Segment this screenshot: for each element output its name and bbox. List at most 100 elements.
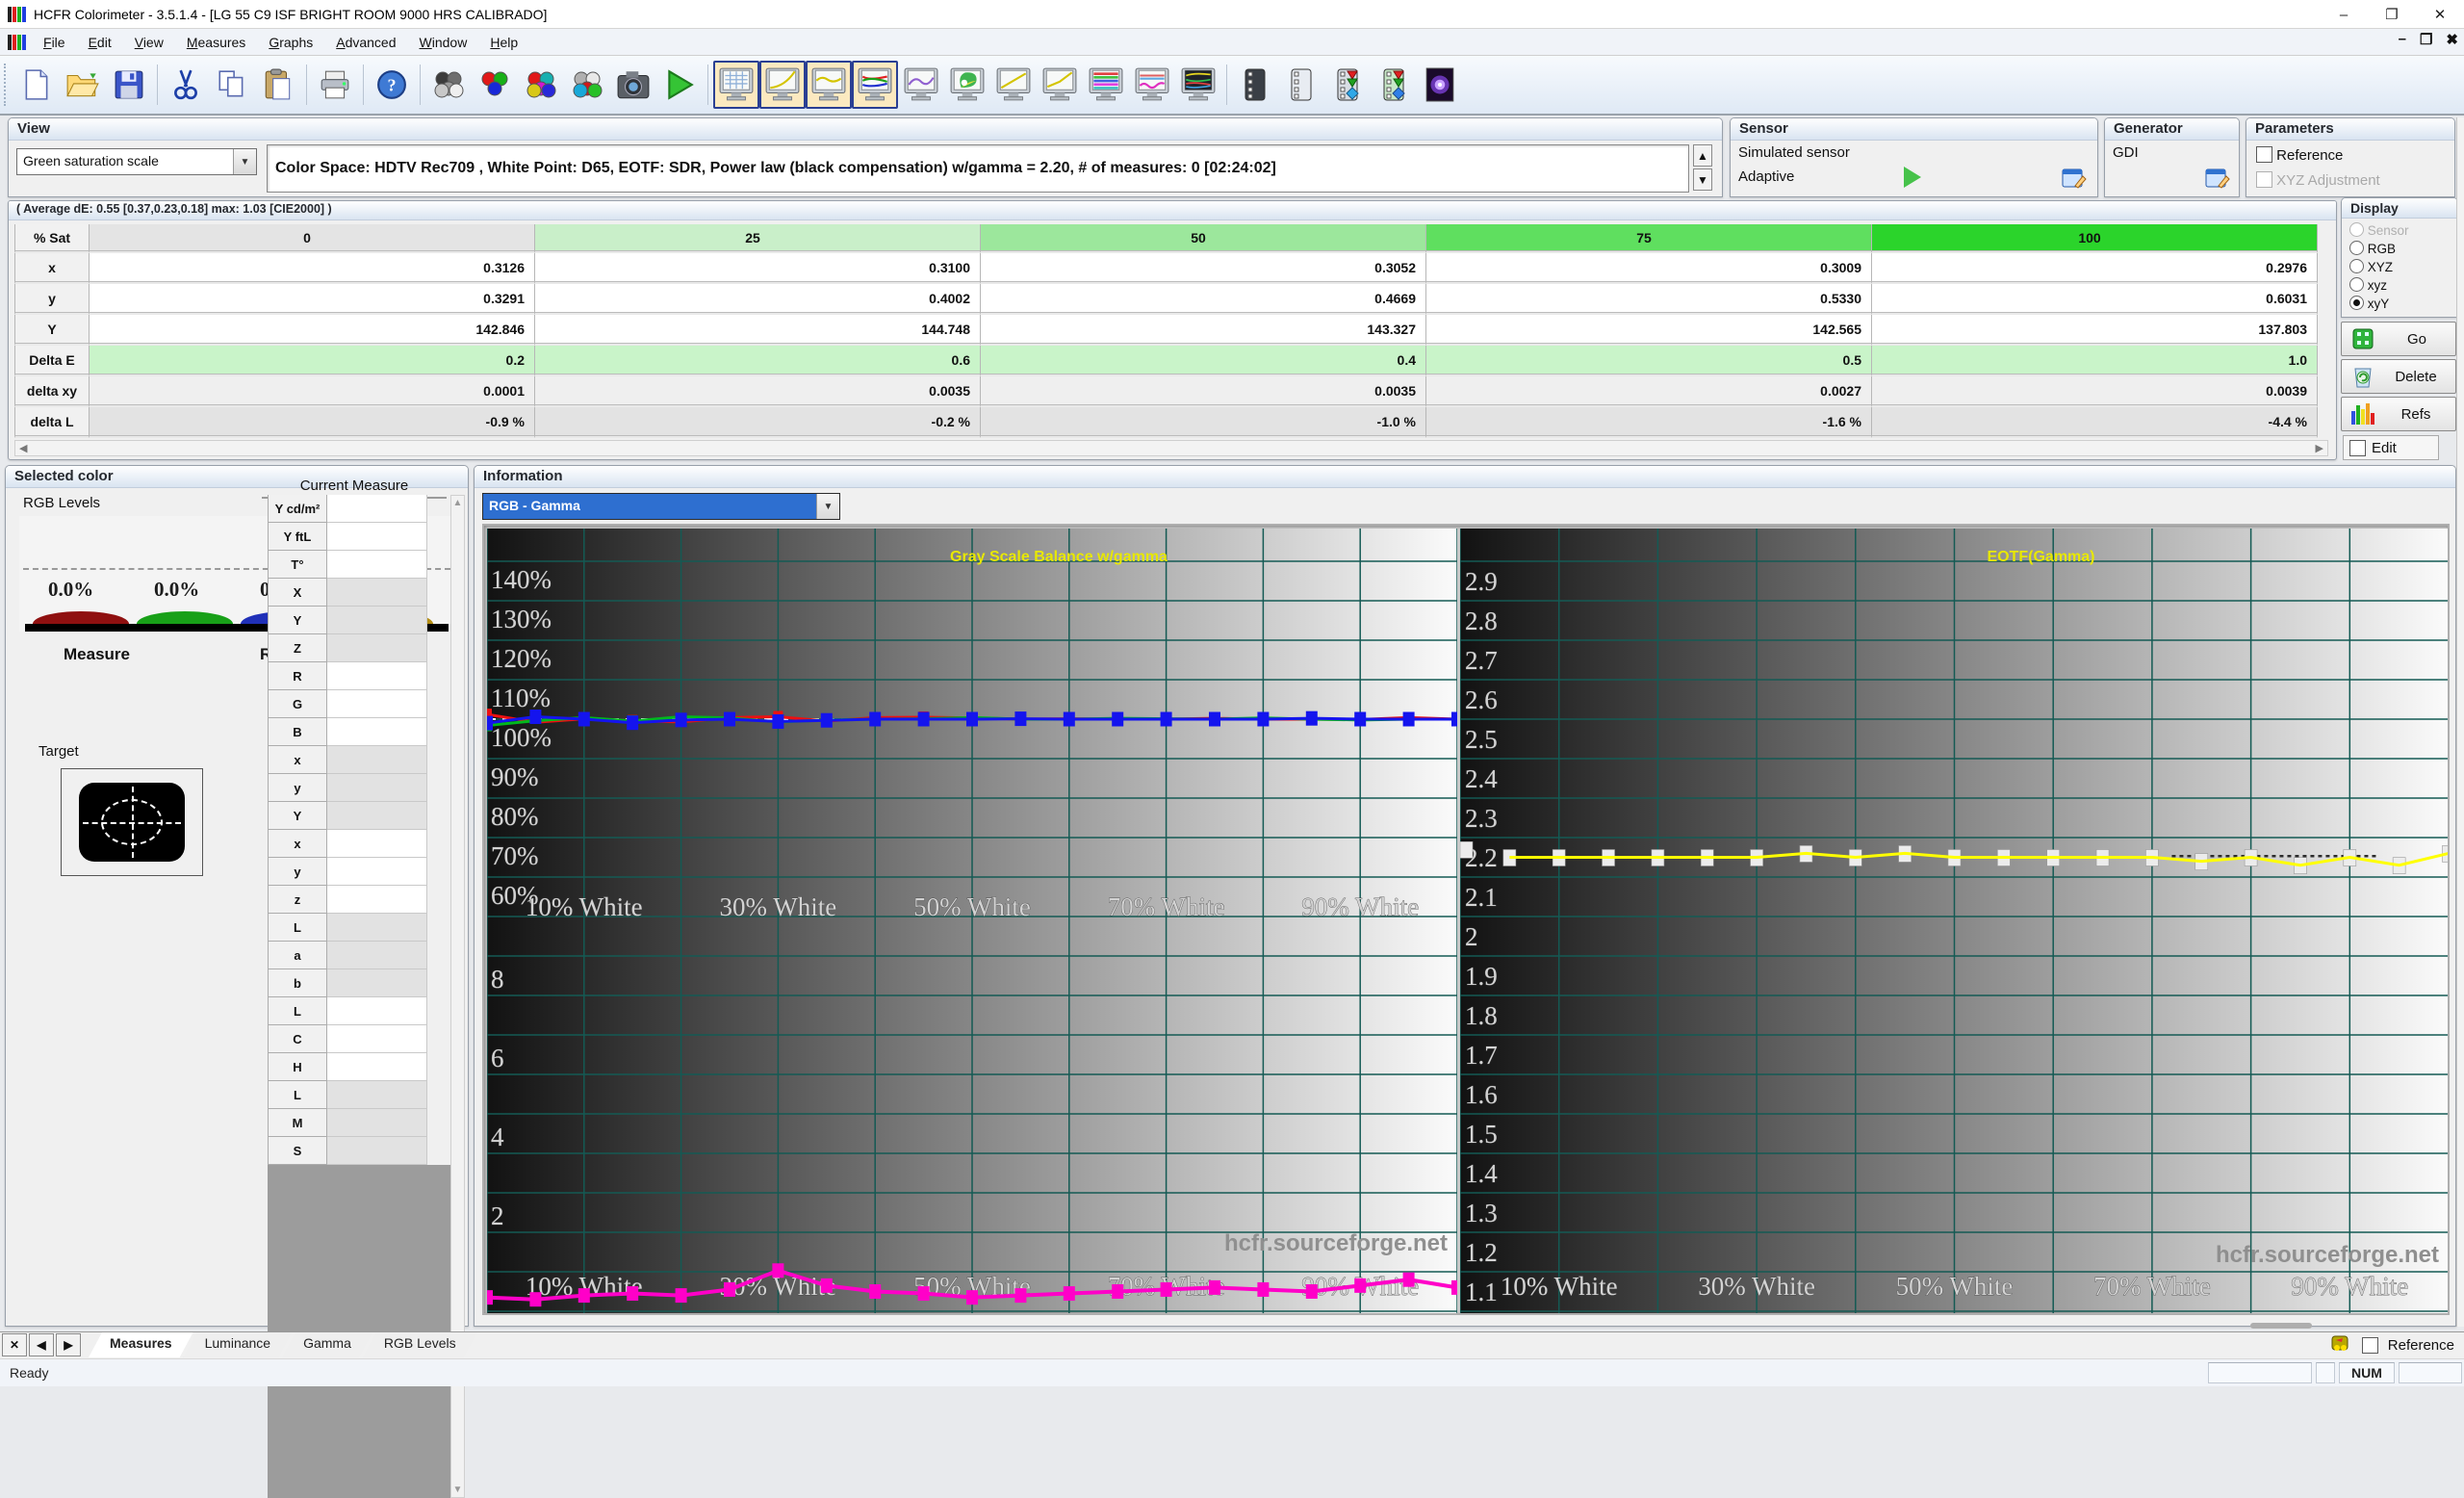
menu-window[interactable]: Window bbox=[408, 31, 479, 54]
radio-icon[interactable] bbox=[2349, 296, 2364, 310]
run-measure-icon[interactable] bbox=[656, 61, 703, 109]
mdi-restore-icon[interactable]: ❐ bbox=[2420, 31, 2432, 48]
radio-icon[interactable] bbox=[2349, 277, 2364, 292]
view-mode-select[interactable]: Green saturation scale ▼ bbox=[16, 148, 257, 175]
close-icon[interactable]: ✕ bbox=[2416, 0, 2464, 29]
statusbar-reference-checkbox[interactable] bbox=[2361, 1337, 2378, 1354]
column-header-0[interactable]: 0 bbox=[90, 224, 535, 253]
table-cell[interactable]: 144.748 bbox=[535, 315, 981, 346]
delete-button[interactable]: Delete bbox=[2341, 359, 2456, 394]
cm-row-value[interactable] bbox=[327, 1109, 427, 1137]
table-cell[interactable]: 0.3126 bbox=[90, 253, 535, 284]
cm-row-value[interactable] bbox=[327, 607, 427, 634]
view-luminance-icon[interactable] bbox=[759, 61, 806, 109]
table-cell[interactable]: -0.2 % bbox=[535, 407, 981, 438]
table-cell[interactable]: 142.565 bbox=[1426, 315, 1872, 346]
table-cell[interactable]: 0.3009 bbox=[1426, 253, 1872, 284]
tab-next-icon[interactable]: ▶ bbox=[56, 1333, 81, 1356]
chevron-down-icon[interactable]: ▼ bbox=[233, 149, 256, 174]
paste-icon[interactable] bbox=[255, 61, 301, 109]
cm-row-value[interactable] bbox=[327, 802, 427, 830]
tab-measures[interactable]: Measures bbox=[89, 1332, 193, 1357]
menu-graphs[interactable]: Graphs bbox=[257, 31, 324, 54]
tab-close-icon[interactable]: ✕ bbox=[2, 1333, 27, 1356]
cm-row-value[interactable] bbox=[327, 914, 427, 942]
cm-row-value[interactable] bbox=[327, 942, 427, 969]
minimize-icon[interactable]: – bbox=[2320, 0, 2368, 29]
sensor-start-icon[interactable] bbox=[1904, 167, 1921, 188]
table-cell[interactable]: 0.5330 bbox=[1426, 284, 1872, 315]
tab-gamma[interactable]: Gamma bbox=[282, 1332, 372, 1357]
cm-row-value[interactable] bbox=[327, 1081, 427, 1109]
cm-row-value[interactable] bbox=[327, 774, 427, 802]
display-option-xyy[interactable]: xyY bbox=[2349, 295, 2450, 313]
mdi-minimize-icon[interactable]: – bbox=[2399, 31, 2406, 48]
cm-row-value[interactable] bbox=[327, 1053, 427, 1081]
radio-icon[interactable] bbox=[2349, 259, 2364, 273]
table-cell[interactable]: -4.4 % bbox=[1872, 407, 2318, 438]
cm-row-value[interactable] bbox=[327, 886, 427, 914]
view-gamma-icon[interactable] bbox=[806, 61, 852, 109]
scroll-down-icon[interactable]: ▼ bbox=[453, 1485, 463, 1495]
view-luminance-hist-icon[interactable] bbox=[990, 61, 1037, 109]
window-vertical-scrollbar[interactable] bbox=[2456, 117, 2464, 1327]
cm-row-value[interactable] bbox=[327, 858, 427, 886]
column-header-75[interactable]: 75 bbox=[1426, 224, 1872, 253]
view-near-black-icon[interactable] bbox=[1129, 61, 1175, 109]
restore-icon[interactable]: ❐ bbox=[2368, 0, 2416, 29]
chevron-down-icon[interactable]: ▼ bbox=[816, 494, 839, 519]
cut-icon[interactable] bbox=[163, 61, 209, 109]
menu-view[interactable]: View bbox=[123, 31, 175, 54]
reference-checkbox[interactable] bbox=[2256, 146, 2272, 163]
cm-row-value[interactable] bbox=[327, 997, 427, 1025]
tab-prev-icon[interactable]: ◀ bbox=[29, 1333, 54, 1356]
table-cell[interactable]: -1.6 % bbox=[1426, 407, 1872, 438]
column-header-25[interactable]: 25 bbox=[535, 224, 981, 253]
column-header-100[interactable]: 100 bbox=[1872, 224, 2318, 253]
film-dark-icon[interactable] bbox=[1232, 61, 1278, 109]
view-combined-icon[interactable] bbox=[1175, 61, 1221, 109]
table-cell[interactable]: 0.5 bbox=[1426, 346, 1872, 376]
table-cell[interactable]: 0.0001 bbox=[90, 376, 535, 407]
color-checker-measure-icon[interactable] bbox=[564, 61, 610, 109]
radio-icon[interactable] bbox=[2349, 241, 2364, 255]
film-color-icon[interactable] bbox=[1324, 61, 1371, 109]
table-horizontal-scrollbar[interactable]: ◀ ▶ bbox=[14, 440, 2328, 456]
secondaries-measure-icon[interactable] bbox=[518, 61, 564, 109]
cm-row-value[interactable] bbox=[327, 523, 427, 551]
table-cell[interactable]: 1.0 bbox=[1872, 346, 2318, 376]
tab-luminance[interactable]: Luminance bbox=[184, 1332, 293, 1357]
cm-row-value[interactable] bbox=[327, 830, 427, 858]
table-cell[interactable]: 0.6031 bbox=[1872, 284, 2318, 315]
sensor-configure-icon[interactable] bbox=[2062, 167, 2087, 193]
spinner-up-icon[interactable]: ▲ bbox=[1693, 144, 1712, 167]
table-cell[interactable]: 0.3100 bbox=[535, 253, 981, 284]
table-cell[interactable]: 142.846 bbox=[90, 315, 535, 346]
table-cell[interactable]: 0.0035 bbox=[981, 376, 1426, 407]
edit-checkbox[interactable] bbox=[2349, 439, 2366, 456]
go-button[interactable]: Go bbox=[2341, 322, 2456, 356]
full-screen-pattern-icon[interactable] bbox=[1417, 61, 1463, 109]
display-option-xyz[interactable]: XYZ bbox=[2349, 258, 2450, 276]
table-cell[interactable]: 143.327 bbox=[981, 315, 1426, 346]
table-cell[interactable]: 0.4002 bbox=[535, 284, 981, 315]
table-cell[interactable]: 0.2 bbox=[90, 346, 535, 376]
view-measures-grid-icon[interactable] bbox=[713, 61, 759, 109]
refs-button[interactable]: Refs bbox=[2341, 397, 2456, 431]
cm-row-value[interactable] bbox=[327, 634, 427, 662]
view-rgb-levels-icon[interactable] bbox=[852, 61, 898, 109]
table-cell[interactable]: -1.0 % bbox=[981, 407, 1426, 438]
view-gamma-hist-icon[interactable] bbox=[1037, 61, 1083, 109]
tab-rgb-levels[interactable]: RGB Levels bbox=[363, 1332, 477, 1357]
primaries-measure-icon[interactable] bbox=[472, 61, 518, 109]
help-icon[interactable]: ? bbox=[369, 61, 415, 109]
menu-advanced[interactable]: Advanced bbox=[324, 31, 407, 54]
cm-row-value[interactable] bbox=[327, 579, 427, 607]
cm-row-value[interactable] bbox=[327, 551, 427, 579]
cm-row-value[interactable] bbox=[327, 1025, 427, 1053]
display-option-xyz[interactable]: xyz bbox=[2349, 276, 2450, 295]
table-cell[interactable]: 0.2976 bbox=[1872, 253, 2318, 284]
spinner-down-icon[interactable]: ▼ bbox=[1693, 168, 1712, 191]
cm-row-value[interactable] bbox=[327, 1137, 427, 1165]
open-file-icon[interactable] bbox=[60, 61, 106, 109]
